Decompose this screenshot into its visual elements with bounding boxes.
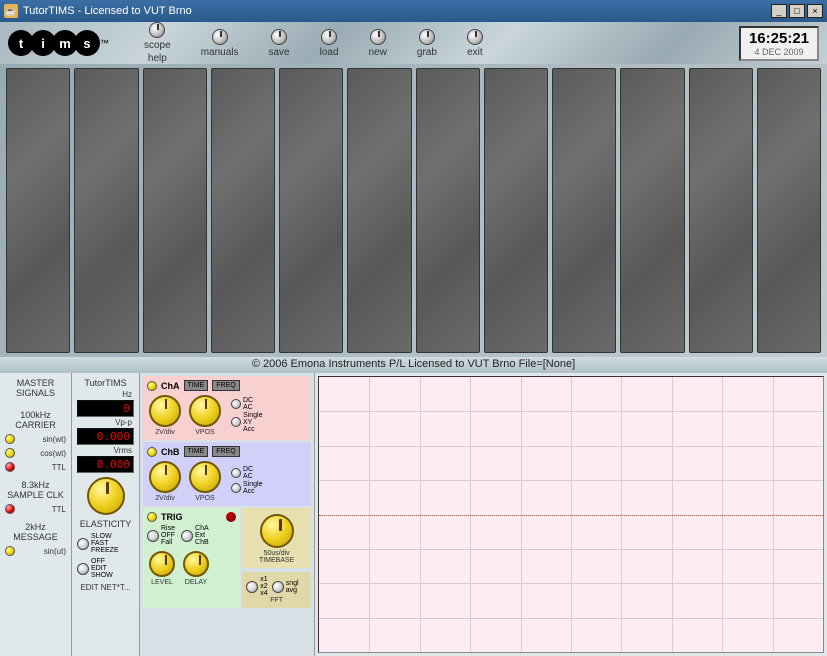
chb-mode-switch[interactable]	[231, 483, 241, 493]
toolbar: t i m s ™ scope help manuals save load n…	[0, 22, 827, 64]
knob-icon	[149, 22, 165, 38]
rack-slot[interactable]	[74, 68, 138, 353]
fft-mult-switch[interactable]	[246, 581, 258, 593]
load-button[interactable]: load	[320, 29, 339, 58]
chb-vpos-knob[interactable]	[189, 461, 221, 493]
vpp-readout: 0.000	[77, 428, 134, 445]
chb-time-button[interactable]: TIME	[184, 446, 209, 457]
fft-avg-switch[interactable]	[272, 581, 284, 593]
rack-slot[interactable]	[552, 68, 616, 353]
trig-edge-switch[interactable]	[147, 530, 159, 542]
rack-slot[interactable]	[279, 68, 343, 353]
knob-icon	[370, 29, 386, 45]
master-signals-panel: MASTER SIGNALS 100kHz CARRIER sin(wt) co…	[0, 373, 72, 656]
maximize-button[interactable]: □	[789, 4, 805, 18]
cha-coupling-switch[interactable]	[231, 399, 241, 409]
rack-slot[interactable]	[347, 68, 411, 353]
led-icon	[147, 512, 157, 522]
trig-source-switch[interactable]	[181, 530, 193, 542]
app-icon: ☕	[4, 4, 18, 18]
clock: 16:25:21 4 DEC 2009	[739, 26, 819, 61]
speed-switch[interactable]	[77, 538, 89, 550]
module-rack	[0, 64, 827, 357]
cha-mode-switch[interactable]	[231, 417, 241, 427]
clock-time: 16:25:21	[749, 30, 809, 47]
timebase-panel: 50us/div TIMEBASE	[242, 508, 311, 568]
channel-b-panel: ChB TIME FREQ 2V/div VPOS DCAC SingleAcc	[143, 442, 311, 506]
knob-icon	[467, 29, 483, 45]
chb-scale-knob[interactable]	[149, 461, 181, 493]
sample-label: 8.3kHz SAMPLE CLK	[3, 480, 68, 500]
connector-icon[interactable]	[5, 504, 15, 514]
fft-panel: x1x2x4 snglavg FFT	[242, 572, 311, 608]
scope-controls-panel: ChA TIME FREQ 2V/div VPOS DCAC SingleXYA…	[140, 373, 315, 656]
new-button[interactable]: new	[369, 29, 387, 58]
trigger-led-icon	[226, 512, 236, 522]
status-bar: © 2006 Emona Instruments P/L Licensed to…	[0, 357, 827, 373]
scope-display-column	[315, 373, 827, 656]
cha-scale-knob[interactable]	[149, 395, 181, 427]
channel-a-panel: ChA TIME FREQ 2V/div VPOS DCAC SingleXYA…	[143, 376, 311, 440]
manuals-button[interactable]: manuals	[201, 29, 239, 58]
rack-slot[interactable]	[484, 68, 548, 353]
minimize-button[interactable]: _	[771, 4, 787, 18]
chb-freq-button[interactable]: FREQ	[212, 446, 239, 457]
rack-slot[interactable]	[689, 68, 753, 353]
connector-icon[interactable]	[5, 448, 15, 458]
hz-readout: 0	[77, 400, 134, 417]
rack-slot[interactable]	[620, 68, 684, 353]
led-icon	[147, 381, 157, 391]
trigger-panel: TRIG RiseOFFFall ChAExtChB LEVEL DELAY	[143, 508, 240, 608]
connector-icon[interactable]	[5, 462, 15, 472]
window-title: TutorTIMS - Licensed to VUT Brno	[23, 5, 192, 17]
tims-logo: t i m s ™	[8, 30, 109, 56]
scope-button[interactable]: scope help	[144, 22, 171, 64]
carrier-label: 100kHz CARRIER	[3, 410, 68, 430]
led-icon	[147, 447, 157, 457]
knob-icon	[271, 29, 287, 45]
rack-slot[interactable]	[6, 68, 70, 353]
scope-trace	[319, 515, 823, 516]
exit-button[interactable]: exit	[467, 29, 483, 58]
trig-delay-knob[interactable]	[183, 551, 209, 577]
master-title: MASTER SIGNALS	[3, 378, 68, 398]
close-button[interactable]: ×	[807, 4, 823, 18]
edit-switch[interactable]	[77, 563, 89, 575]
tutor-title: TutorTIMS	[75, 378, 136, 388]
rack-slot[interactable]	[416, 68, 480, 353]
cha-vpos-knob[interactable]	[189, 395, 221, 427]
knob-icon	[419, 29, 435, 45]
connector-icon[interactable]	[5, 546, 15, 556]
rack-slot[interactable]	[143, 68, 207, 353]
message-label: 2kHz MESSAGE	[3, 522, 68, 542]
save-button[interactable]: save	[269, 29, 290, 58]
cha-time-button[interactable]: TIME	[184, 380, 209, 391]
knob-icon	[321, 29, 337, 45]
cha-freq-button[interactable]: FREQ	[212, 380, 239, 391]
rack-slot[interactable]	[757, 68, 821, 353]
chb-coupling-switch[interactable]	[231, 468, 241, 478]
grab-button[interactable]: grab	[417, 29, 437, 58]
oscilloscope-display[interactable]	[318, 376, 824, 653]
elasticity-knob[interactable]	[87, 477, 125, 515]
control-area: MASTER SIGNALS 100kHz CARRIER sin(wt) co…	[0, 373, 827, 656]
tutor-panel: TutorTIMS Hz 0 Vp-p 0.000 Vrms 0.000 ELA…	[72, 373, 140, 656]
vrms-readout: 0.000	[77, 456, 134, 473]
title-bar: ☕ TutorTIMS - Licensed to VUT Brno _ □ ×	[0, 0, 827, 22]
clock-date: 4 DEC 2009	[749, 47, 809, 57]
timebase-knob[interactable]	[260, 514, 294, 548]
trig-level-knob[interactable]	[149, 551, 175, 577]
rack-slot[interactable]	[211, 68, 275, 353]
connector-icon[interactable]	[5, 434, 15, 444]
knob-icon	[212, 29, 228, 45]
